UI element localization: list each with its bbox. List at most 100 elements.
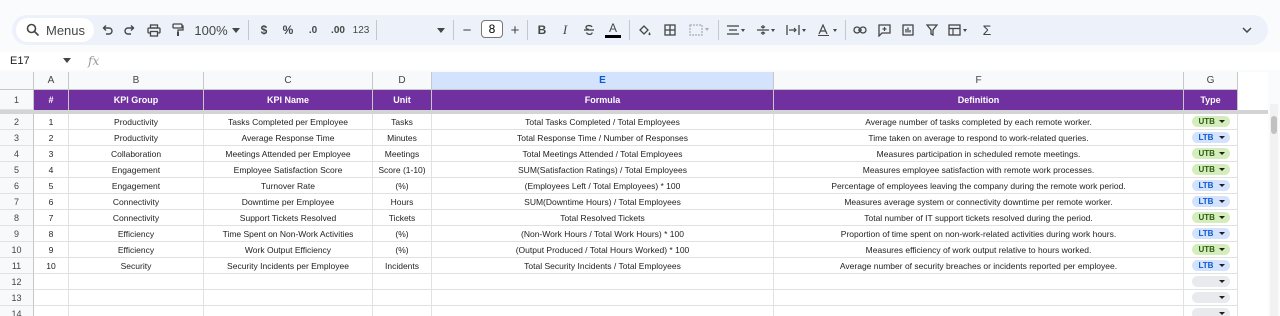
row-header[interactable]: 12 bbox=[0, 274, 34, 290]
table-cell[interactable] bbox=[204, 306, 373, 316]
type-chip-ltb[interactable]: LTB bbox=[1191, 228, 1230, 239]
table-cell[interactable]: Meetings Attended per Employee bbox=[204, 146, 373, 162]
table-cell[interactable] bbox=[34, 274, 69, 290]
font-family-dropdown[interactable] bbox=[378, 15, 448, 45]
horizontal-align-button[interactable] bbox=[724, 15, 748, 45]
row-header[interactable]: 3 bbox=[0, 130, 34, 146]
collapse-toolbar-button[interactable] bbox=[1238, 15, 1256, 45]
table-cell[interactable]: Average Response Time bbox=[204, 130, 373, 146]
paint-format-button[interactable] bbox=[168, 15, 188, 45]
table-cell[interactable]: Collaboration bbox=[69, 146, 204, 162]
table-cell[interactable] bbox=[69, 274, 204, 290]
table-cell[interactable]: Total Resolved Tickets bbox=[432, 210, 774, 226]
insert-link-button[interactable] bbox=[851, 15, 869, 45]
table-cell[interactable]: (%) bbox=[373, 178, 432, 194]
merge-cells-button[interactable] bbox=[686, 15, 714, 45]
italic-button[interactable]: I bbox=[557, 15, 573, 45]
table-cell[interactable]: (%) bbox=[373, 226, 432, 242]
table-cell[interactable]: 7 bbox=[34, 210, 69, 226]
table-cell[interactable] bbox=[204, 290, 373, 306]
table-cell[interactable] bbox=[34, 306, 69, 316]
table-cell[interactable]: Measures average system or connectivity … bbox=[774, 194, 1184, 210]
row-header[interactable]: 11 bbox=[0, 258, 34, 274]
type-chip-ltb[interactable]: LTB bbox=[1191, 196, 1230, 207]
type-chip-ltb[interactable]: LTB bbox=[1191, 260, 1230, 271]
table-cell[interactable]: Proportion of time spent on non-work-rel… bbox=[774, 226, 1184, 242]
table-cell[interactable]: SUM(Satisfaction Ratings) / Total Employ… bbox=[432, 162, 774, 178]
table-cell[interactable]: Time Spent on Non-Work Activities bbox=[204, 226, 373, 242]
table-cell[interactable] bbox=[373, 306, 432, 316]
table-cell[interactable] bbox=[774, 306, 1184, 316]
vertical-scrollbar-thumb[interactable] bbox=[1271, 116, 1277, 134]
borders-button[interactable] bbox=[661, 15, 679, 45]
type-cell[interactable] bbox=[1184, 274, 1238, 290]
type-chip-empty[interactable] bbox=[1191, 292, 1230, 303]
header-cell-kpi-name[interactable]: KPI Name bbox=[204, 90, 373, 110]
table-cell[interactable]: (Non-Work Hours / Total Work Hours) * 10… bbox=[432, 226, 774, 242]
table-cell[interactable]: Connectivity bbox=[69, 194, 204, 210]
row-header[interactable]: 2 bbox=[0, 114, 34, 130]
table-cell[interactable]: Meetings bbox=[373, 146, 432, 162]
table-cell[interactable]: Downtime per Employee bbox=[204, 194, 373, 210]
increase-font-size-button[interactable]: + bbox=[508, 15, 522, 45]
row-header[interactable]: 5 bbox=[0, 162, 34, 178]
table-cell[interactable]: 10 bbox=[34, 258, 69, 274]
decrease-decimal-button[interactable]: .0 bbox=[303, 15, 323, 45]
type-cell[interactable]: UTB bbox=[1184, 162, 1238, 178]
table-cell[interactable]: 3 bbox=[34, 146, 69, 162]
table-cell[interactable]: 4 bbox=[34, 162, 69, 178]
type-cell[interactable]: LTB bbox=[1184, 130, 1238, 146]
type-chip-empty[interactable] bbox=[1191, 276, 1230, 287]
decrease-font-size-button[interactable]: − bbox=[460, 15, 474, 45]
table-cell[interactable] bbox=[204, 274, 373, 290]
table-cell[interactable]: 9 bbox=[34, 242, 69, 258]
bold-button[interactable]: B bbox=[534, 15, 550, 45]
increase-decimal-button[interactable]: .00 bbox=[327, 15, 349, 45]
type-chip-empty[interactable] bbox=[1191, 308, 1230, 316]
type-cell[interactable]: LTB bbox=[1184, 194, 1238, 210]
table-cell[interactable]: Percentage of employees leaving the comp… bbox=[774, 178, 1184, 194]
column-header-b[interactable]: B bbox=[69, 72, 204, 90]
table-cell[interactable]: Productivity bbox=[69, 114, 204, 130]
table-cell[interactable]: (Employees Left / Total Employees) * 100 bbox=[432, 178, 774, 194]
type-cell[interactable]: UTB bbox=[1184, 210, 1238, 226]
table-cell[interactable]: Efficiency bbox=[69, 242, 204, 258]
column-header-a[interactable]: A bbox=[34, 72, 69, 90]
table-cell[interactable]: Total Security Incidents / Total Employe… bbox=[432, 258, 774, 274]
undo-button[interactable] bbox=[98, 15, 116, 45]
table-cell[interactable] bbox=[774, 290, 1184, 306]
text-color-button[interactable]: A bbox=[603, 15, 623, 45]
table-cell[interactable]: Hours bbox=[373, 194, 432, 210]
fill-color-button[interactable] bbox=[636, 15, 654, 45]
font-size-input[interactable]: 8 bbox=[481, 20, 503, 38]
table-cell[interactable]: Time taken on average to respond to work… bbox=[774, 130, 1184, 146]
table-cell[interactable] bbox=[373, 290, 432, 306]
percent-format-button[interactable]: % bbox=[280, 15, 296, 45]
table-cell[interactable]: Measures employee satisfaction with remo… bbox=[774, 162, 1184, 178]
table-cell[interactable]: 8 bbox=[34, 226, 69, 242]
select-all-corner[interactable] bbox=[0, 72, 34, 90]
table-cell[interactable]: Productivity bbox=[69, 130, 204, 146]
table-cell[interactable]: Support Tickets Resolved bbox=[204, 210, 373, 226]
table-cell[interactable] bbox=[432, 290, 774, 306]
table-cell[interactable]: SUM(Downtime Hours) / Total Employees bbox=[432, 194, 774, 210]
column-header-c[interactable]: C bbox=[204, 72, 373, 90]
type-chip-utb[interactable]: UTB bbox=[1191, 244, 1230, 255]
table-cell[interactable] bbox=[432, 274, 774, 290]
currency-format-button[interactable]: $ bbox=[256, 15, 272, 45]
table-cell[interactable]: Engagement bbox=[69, 162, 204, 178]
type-chip-utb[interactable]: UTB bbox=[1191, 164, 1230, 175]
table-cell[interactable]: Tasks bbox=[373, 114, 432, 130]
column-header-f[interactable]: F bbox=[774, 72, 1184, 90]
filter-views-button[interactable] bbox=[946, 15, 972, 45]
table-cell[interactable]: Security bbox=[69, 258, 204, 274]
type-cell[interactable]: LTB bbox=[1184, 178, 1238, 194]
strikethrough-button[interactable] bbox=[580, 15, 598, 45]
table-cell[interactable]: Total number of IT support tickets resol… bbox=[774, 210, 1184, 226]
row-header[interactable]: 9 bbox=[0, 226, 34, 242]
table-cell[interactable]: Engagement bbox=[69, 178, 204, 194]
column-header-e[interactable]: E bbox=[432, 72, 774, 90]
row-header[interactable]: 7 bbox=[0, 194, 34, 210]
type-cell[interactable] bbox=[1184, 306, 1238, 316]
table-cell[interactable] bbox=[774, 274, 1184, 290]
